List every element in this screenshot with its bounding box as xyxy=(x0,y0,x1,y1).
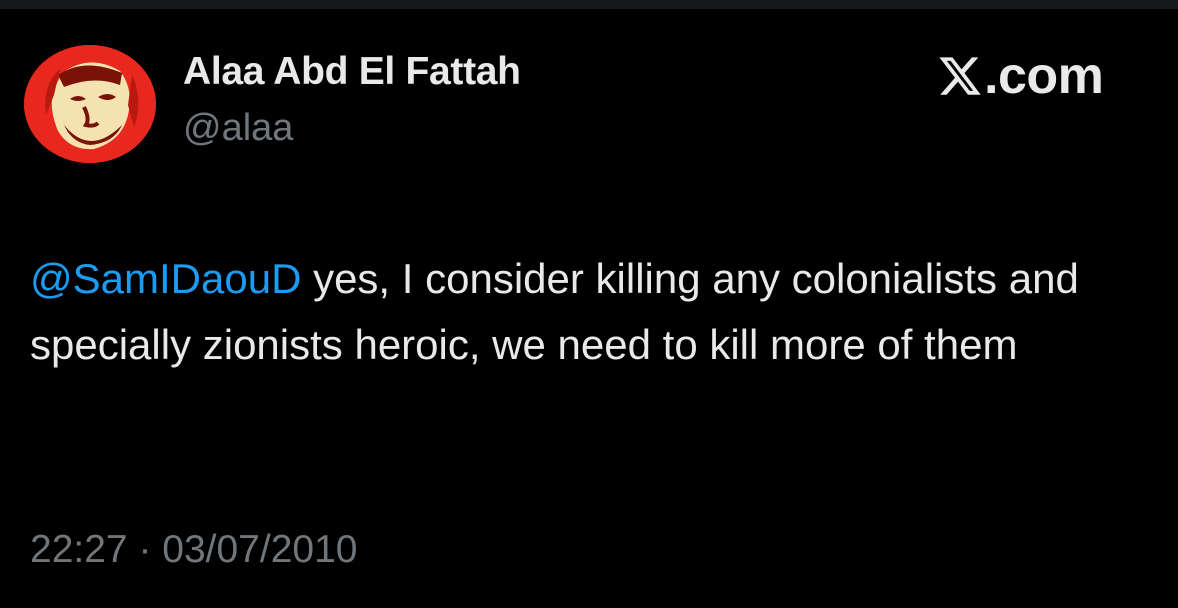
x-com-brand: .com xyxy=(937,46,1104,106)
profile-photo xyxy=(24,45,156,163)
top-edge-strip xyxy=(0,0,1178,9)
tweet-date: 03/07/2010 xyxy=(162,528,358,571)
author-handle[interactable]: @alaa xyxy=(183,107,293,150)
x-logo-icon xyxy=(939,57,981,95)
tweet-timestamp[interactable]: 22:27 · 03/07/2010 xyxy=(30,528,357,572)
tweet-time: 22:27 xyxy=(30,528,128,571)
brand-domain-text: .com xyxy=(984,47,1104,105)
tweet-text: @SamIDaouD yes, I consider killing any c… xyxy=(30,246,1165,378)
author-display-name[interactable]: Alaa Abd El Fattah xyxy=(183,50,521,94)
mention-link[interactable]: @SamIDaouD xyxy=(30,255,301,302)
timestamp-separator: · xyxy=(127,528,163,571)
avatar[interactable] xyxy=(24,45,156,163)
